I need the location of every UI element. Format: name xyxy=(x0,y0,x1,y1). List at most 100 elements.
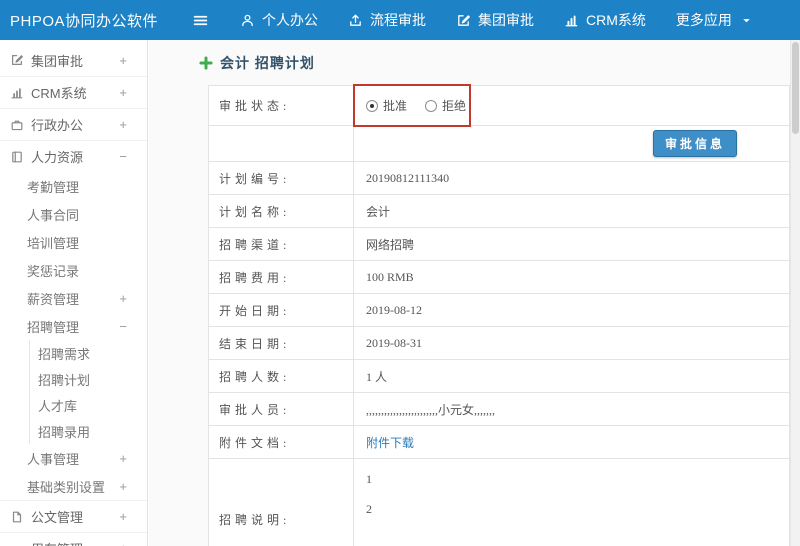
sidebar-item-recruitment-hiring[interactable]: 招聘录用 xyxy=(0,418,147,444)
recruitment-channel-value: 网络招聘 xyxy=(366,237,415,252)
chart-icon xyxy=(564,13,579,28)
sidebar-item-recruitment-needs[interactable]: 招聘需求 xyxy=(0,340,147,366)
sidebar-item-human-resources[interactable]: 人力资源 − xyxy=(0,140,147,172)
sidebar-item-label: 招聘计划 xyxy=(38,372,91,388)
sidebar-item-recruitment-plan[interactable]: 招聘计划 xyxy=(0,366,147,392)
sidebar-item-label: 人事合同 xyxy=(27,207,80,223)
sidebar-item-basic-category-settings[interactable]: 基础类别设置 + xyxy=(0,472,147,500)
nav-crm-system[interactable]: CRM系统 xyxy=(549,0,661,40)
car-icon xyxy=(10,542,24,546)
radio-option-approve[interactable]: 批准 xyxy=(366,97,407,114)
page-title: 会计 招聘计划 xyxy=(220,55,315,71)
nav-label: 流程审批 xyxy=(370,12,426,28)
sidebar-item-document-mgmt[interactable]: 公文管理 + xyxy=(0,500,147,532)
book-icon xyxy=(10,150,24,164)
flow-icon xyxy=(348,13,363,28)
approval-status-radios: 批准 拒绝 xyxy=(366,97,466,114)
approval-info-button[interactable]: 审批信息 xyxy=(652,130,737,157)
start-date-row: 开始日期: 2019-08-12 xyxy=(209,294,789,327)
sidebar-item-personnel-contract[interactable]: 人事合同 xyxy=(0,200,147,228)
approval-status-value: 批准 拒绝 xyxy=(353,84,789,127)
recruitment-cost-value: 100 RMB xyxy=(366,269,414,284)
vertical-scrollbar[interactable] xyxy=(790,40,800,546)
attachment-row: 附件文档: 附件下载 xyxy=(209,426,789,459)
recruitment-count-value: 1 人 xyxy=(366,369,388,384)
sidebar-item-group-approval[interactable]: 集团审批 + xyxy=(0,44,147,76)
expand-icon[interactable]: + xyxy=(119,509,127,524)
nav-group-approval[interactable]: 集团审批 xyxy=(441,0,549,40)
recruitment-plan-form: 审批状态: 批准 拒绝 审批信息 计划编号: 20190812111340 计划名称:… xyxy=(208,84,790,546)
reject-radio-button[interactable] xyxy=(425,99,438,112)
expand-icon[interactable]: + xyxy=(119,451,127,466)
expand-icon[interactable]: + xyxy=(119,479,127,494)
nav-label: 个人办公 xyxy=(262,12,318,28)
approvers-value: ,,,,,,,,,,,,,,,,,,,,,,,,小元女,,,,,,, xyxy=(366,402,496,417)
app-window: PHPOA协同办公软件 个人办公 流程审批 集团审批 CRM系统 更多应用 集团审批 + C… xyxy=(0,0,800,546)
attachment-download-link[interactable]: 附件下载 xyxy=(366,434,414,451)
sidebar: 集团审批 + CRM系统 + 行政办公 + 人力资源 − 考勤管理人事合同培训管理奖惩记录薪资管… xyxy=(0,40,148,546)
sidebar-item-label: 公文管理 xyxy=(31,510,84,525)
sidebar-item-label: 培训管理 xyxy=(27,235,80,251)
radio-label: 批准 xyxy=(383,99,408,113)
chart-icon xyxy=(10,86,24,100)
sidebar-item-attendance-mgmt[interactable]: 考勤管理 xyxy=(0,172,147,200)
end-date-row: 结束日期: 2019-08-31 xyxy=(209,327,789,360)
plan-name-row: 计划名称: 会计 xyxy=(209,195,789,228)
plan-name-label: 计划名称: xyxy=(209,195,354,227)
start-date-label: 开始日期: xyxy=(209,294,354,326)
nav-process-approval[interactable]: 流程审批 xyxy=(333,0,441,40)
sidebar-item-label: 奖惩记录 xyxy=(27,263,80,279)
end-date-label: 结束日期: xyxy=(209,327,354,359)
sidebar-item-personnel-mgmt[interactable]: 人事管理 + xyxy=(0,444,147,472)
sidebar-item-label: 考勤管理 xyxy=(27,179,80,195)
end-date-value: 2019-08-31 xyxy=(366,335,422,350)
nav-personal-office[interactable]: 个人办公 xyxy=(225,0,333,40)
radio-label: 拒绝 xyxy=(442,99,467,113)
recruitment-channel-row: 招聘渠道: 网络招聘 xyxy=(209,228,789,261)
main-content: 会计 招聘计划 审批状态: 批准 拒绝 审批信息 计划编号: 20190812111… xyxy=(149,40,790,546)
collapse-icon[interactable]: − xyxy=(119,149,127,164)
nav-more-apps[interactable]: 更多应用 xyxy=(661,0,769,40)
recruitment-description-label: 招聘说明: xyxy=(209,459,354,546)
sidebar-item-label: 招聘管理 xyxy=(27,319,80,335)
plan-name-value: 会计 xyxy=(366,204,391,219)
sidebar-item-label: 基础类别设置 xyxy=(27,479,106,495)
recruitment-description-row: 招聘说明: 1 2 xyxy=(209,459,789,546)
sidebar-item-vehicle-mgmt[interactable]: 用车管理 + xyxy=(0,532,147,546)
approve-radio-button[interactable] xyxy=(366,99,378,112)
sidebar-item-salary-mgmt[interactable]: 薪资管理 + xyxy=(0,284,147,312)
sidebar-item-training-mgmt[interactable]: 培训管理 xyxy=(0,228,147,256)
expand-icon[interactable]: + xyxy=(119,85,127,100)
recruitment-count-row: 招聘人数: 1 人 xyxy=(209,360,789,393)
plan-number-label: 计划编号: xyxy=(209,162,354,194)
collapse-icon[interactable]: − xyxy=(119,319,127,334)
menu-toggle-button[interactable] xyxy=(192,12,209,29)
sidebar-item-label: 集团审批 xyxy=(31,53,84,69)
page-title-row: 会计 招聘计划 xyxy=(199,53,315,73)
sidebar-item-reward-punishment-records[interactable]: 奖惩记录 xyxy=(0,256,147,284)
edit-square-icon xyxy=(10,53,24,67)
sidebar-item-label: 行政办公 xyxy=(31,118,84,133)
plan-number-value: 20190812111340 xyxy=(366,170,450,185)
sidebar-item-crm-system[interactable]: CRM系统 + xyxy=(0,76,147,108)
nav-label: 集团审批 xyxy=(478,12,534,28)
approval-status-label: 审批状态: xyxy=(209,86,354,125)
sidebar-item-label: CRM系统 xyxy=(31,86,87,101)
empty-label-cell xyxy=(209,126,354,161)
recruitment-cost-row: 招聘费用: 100 RMB xyxy=(209,261,789,294)
person-icon xyxy=(240,13,255,28)
sidebar-item-admin-office[interactable]: 行政办公 + xyxy=(0,108,147,140)
expand-icon[interactable]: + xyxy=(119,53,127,68)
attachment-label: 附件文档: xyxy=(209,426,354,458)
sidebar-item-recruitment-mgmt[interactable]: 招聘管理 − xyxy=(0,312,147,340)
sidebar-item-label: 人才库 xyxy=(38,398,78,414)
expand-icon[interactable]: + xyxy=(119,117,127,132)
sidebar-item-label: 招聘录用 xyxy=(38,424,91,440)
approvers-row: 审批人员: ,,,,,,,,,,,,,,,,,,,,,,,,小元女,,,,,,, xyxy=(209,393,789,426)
expand-icon[interactable]: + xyxy=(119,291,127,306)
expand-icon[interactable]: + xyxy=(119,541,127,546)
edit-square-icon xyxy=(456,13,471,28)
scrollbar-thumb[interactable] xyxy=(792,42,799,134)
sidebar-item-talent-pool[interactable]: 人才库 xyxy=(0,392,147,418)
radio-option-reject[interactable]: 拒绝 xyxy=(425,97,466,114)
